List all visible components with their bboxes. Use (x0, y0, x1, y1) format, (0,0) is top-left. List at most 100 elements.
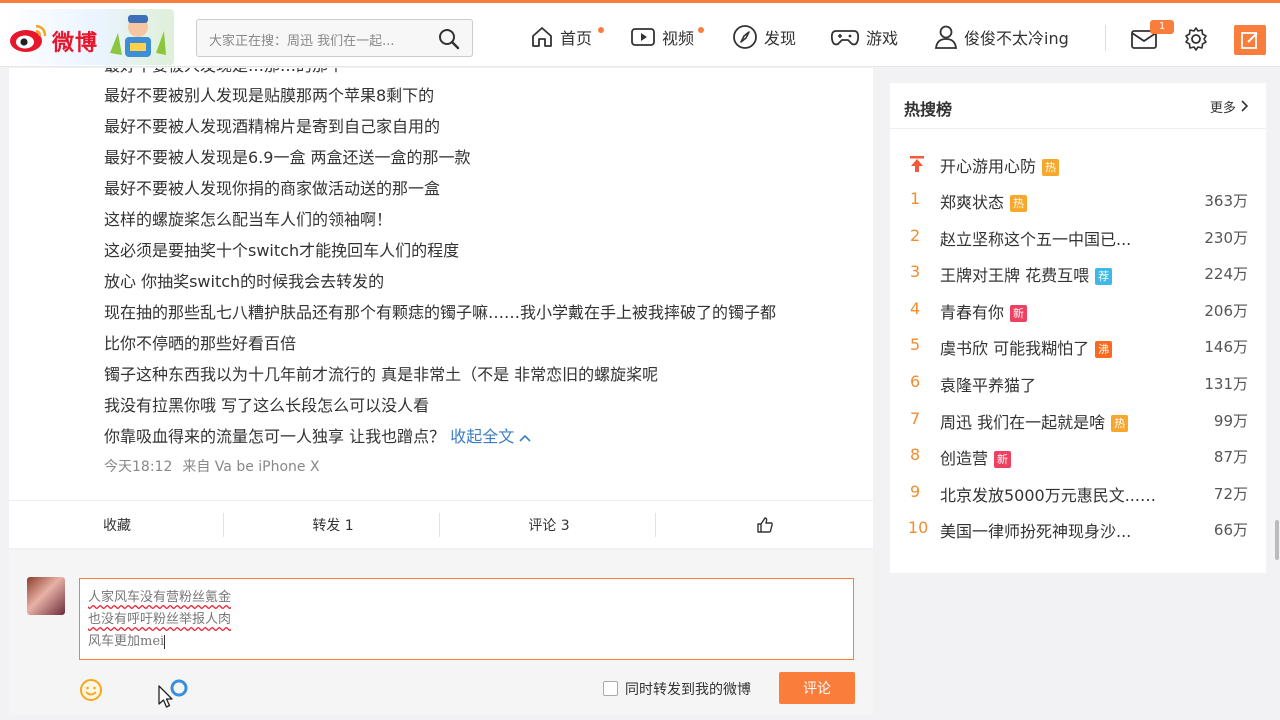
hot-row-label: 赵立坚称这个五一中国已... (940, 229, 1132, 249)
post-line: 这必须是要抽奖十个switch才能挽回车人们的程度 (104, 241, 460, 260)
hot-badge: 热 (1111, 414, 1129, 432)
edit-icon (1241, 32, 1258, 49)
post-line: 放心 你抽奖switch的时候我会去转发的 (104, 272, 385, 291)
home-notify-dot (598, 27, 604, 33)
collapse-link-label: 收起全文 (450, 427, 515, 446)
repost-button[interactable]: 转发 1 (225, 501, 441, 549)
hot-row-text: 袁隆平养猫了 (940, 372, 1036, 396)
nav-user[interactable]: 俊俊不太冷ing (934, 23, 1069, 51)
hot-row[interactable]: 3 王牌对王牌 花费互喂荐 224万 (890, 255, 1266, 291)
post-line: 最好不要被人发现是6.9一盒 两盒还送一盒的那一款 (104, 148, 471, 167)
hot-row-label: 美国一律师扮死神现身沙... (940, 522, 1132, 542)
hot-row[interactable]: 6 袁隆平养猫了 131万 (890, 365, 1266, 401)
search-icon[interactable] (438, 28, 460, 50)
gamepad-icon (830, 30, 860, 46)
hot-row-label: 郑爽状态 (940, 193, 1005, 212)
hot-row-text: 郑爽状态热 (940, 189, 1028, 213)
hot-row[interactable]: 1 郑爽状态热 363万 (890, 182, 1266, 218)
favorite-label: 收藏 (103, 518, 131, 534)
hot-badge: 新 (1010, 304, 1028, 322)
hot-count: 224万 (1204, 265, 1248, 284)
hot-row-label: 创造营 (940, 449, 989, 469)
hot-row-label: 周迅 我们在一起就是啥 (940, 412, 1106, 432)
nav-video-label: 视频 (662, 29, 695, 48)
hot-row[interactable]: 4 青春有你新 206万 (890, 292, 1266, 328)
compose-button[interactable] (1234, 25, 1266, 55)
scrollbar[interactable] (1275, 520, 1279, 560)
post-time[interactable]: 今天18:12 (104, 459, 172, 475)
favorite-button[interactable]: 收藏 (9, 501, 225, 549)
comment-text-line-current: 风车更加mei (88, 631, 845, 653)
hot-badge: 热 (1042, 159, 1060, 176)
nav-game[interactable]: 游戏 (830, 23, 898, 51)
comment-textarea[interactable]: 人家风车没有营粉丝氪金 也没有呼吁粉丝举报人肉 风车更加mei (79, 578, 854, 660)
repost-checkbox[interactable] (603, 681, 618, 696)
hot-row[interactable]: 7 周迅 我们在一起就是啥热 99万 (890, 402, 1266, 438)
comment-text-line: 人家风车没有营粉丝氪金 (88, 590, 232, 605)
repost-checkbox-label[interactable]: 同时转发到我的微博 (625, 679, 751, 699)
hot-badge: 沸 (1095, 341, 1113, 359)
hot-row[interactable]: 8 创造营新 87万 (890, 438, 1266, 474)
hot-row-text: 虞书欣 可能我糊怕了沸 (940, 335, 1113, 359)
chevron-right-icon (1241, 100, 1249, 112)
repost-label: 转发 1 (312, 518, 354, 534)
nav-divider (1105, 25, 1106, 51)
collapse-link[interactable]: 收起全文 (450, 427, 531, 446)
hot-rank: 10 (908, 518, 929, 538)
nav-discover[interactable]: 发现 (732, 23, 796, 51)
post-line: 镯子这种东西我以为十几年前才流行的 真是非常土（不是 非常恋旧的螺旋桨呢 (104, 365, 659, 384)
comment-text-line: 也没有呼吁粉丝举报人肉 (88, 612, 232, 627)
like-button[interactable] (657, 501, 873, 549)
hot-row[interactable]: 5 虞书欣 可能我糊怕了沸 146万 (890, 328, 1266, 364)
mail-badge: 1 (1150, 20, 1174, 34)
hot-row-text: 开心游用心防热 (940, 153, 1060, 177)
hot-count: 363万 (1204, 192, 1248, 210)
hot-search-panel: 热搜榜 更多 开心游用心防热 1 郑爽状态热 363万 2 赵立坚称这个五一中国已...… (890, 83, 1266, 573)
comment-button[interactable]: 评论 3 (441, 501, 657, 549)
top-header: 微博 大家正在搜：周迅 我们在一起... 首页 视频 发现 游戏 俊俊不太冷in… (0, 3, 1280, 67)
post-line-last: 你靠吸血得来的流量怎可一人独享 让我也蹭点？ 收起全文 (104, 423, 531, 447)
hot-rank: 4 (910, 298, 921, 318)
compass-icon (733, 25, 757, 49)
hot-row-pinned[interactable]: 开心游用心防热 (890, 146, 1266, 182)
nav-user-label: 俊俊不太冷ing (964, 29, 1069, 48)
hot-row[interactable]: 10 美国一律师扮死神现身沙... 66万 (890, 511, 1266, 547)
comment-label: 评论 3 (528, 518, 570, 534)
hot-row-label: 开心游用心防 (940, 157, 1037, 176)
hot-badge: 热 (1010, 195, 1028, 212)
mascot-decoration-icon (110, 15, 166, 57)
hot-row[interactable]: 2 赵立坚称这个五一中国已... 230万 (890, 219, 1266, 255)
hot-row-text: 赵立坚称这个五一中国已... (940, 226, 1131, 250)
emoji-icon[interactable] (79, 678, 103, 702)
post-source: 来自 Va be iPhone X (182, 459, 320, 475)
comment-composer: 人家风车没有营粉丝氪金 也没有呼吁粉丝举报人肉 风车更加mei 同时转发到我的微… (9, 550, 873, 715)
nav-home[interactable]: 首页 (530, 23, 592, 51)
post-line: 最好不要被人发现你捐的商家做活动送的那一盒 (104, 179, 441, 198)
post-line-text: 你靠吸血得来的流量怎可一人独享 让我也蹭点？ (104, 427, 446, 446)
submit-comment-button[interactable]: 评论 (779, 672, 855, 704)
hot-search-title: 热搜榜 (904, 100, 953, 119)
action-divider (655, 513, 656, 537)
comment-text-current: 风车更加mei (88, 634, 165, 649)
hot-rank: 2 (910, 225, 921, 245)
hot-more-label: 更多 (1209, 101, 1236, 116)
gear-icon[interactable] (1183, 26, 1209, 52)
weibo-logo[interactable]: 微博 (4, 9, 174, 65)
hot-count: 146万 (1204, 338, 1248, 357)
post-line: 最好不要被人发现酒精棉片是寄到自己家自用的 (104, 117, 441, 136)
search-input[interactable]: 大家正在搜：周迅 我们在一起... (209, 30, 431, 49)
hot-more-link[interactable]: 更多 (1209, 97, 1249, 116)
hot-row-label: 虞书欣 可能我糊怕了 (940, 339, 1090, 359)
nav-video[interactable]: 视频 (630, 23, 694, 51)
search-box[interactable]: 大家正在搜：周迅 我们在一起... (196, 19, 473, 57)
avatar[interactable] (27, 577, 65, 615)
hot-row[interactable]: 9 北京发放5000万元惠民文... 新 72万 (890, 475, 1266, 511)
post-line: 这样的螺旋桨怎么配当车人们的领袖啊！ (104, 210, 393, 229)
video-icon (631, 28, 655, 46)
pinned-top-icon (910, 156, 924, 172)
hot-rank: 1 (910, 189, 921, 208)
post-line: 我没有拉黑你哦 写了这么长段怎么可以没人看 (104, 396, 430, 415)
action-divider (223, 513, 224, 537)
hot-count: 87万 (1213, 448, 1248, 467)
hot-rank: 6 (910, 372, 921, 391)
